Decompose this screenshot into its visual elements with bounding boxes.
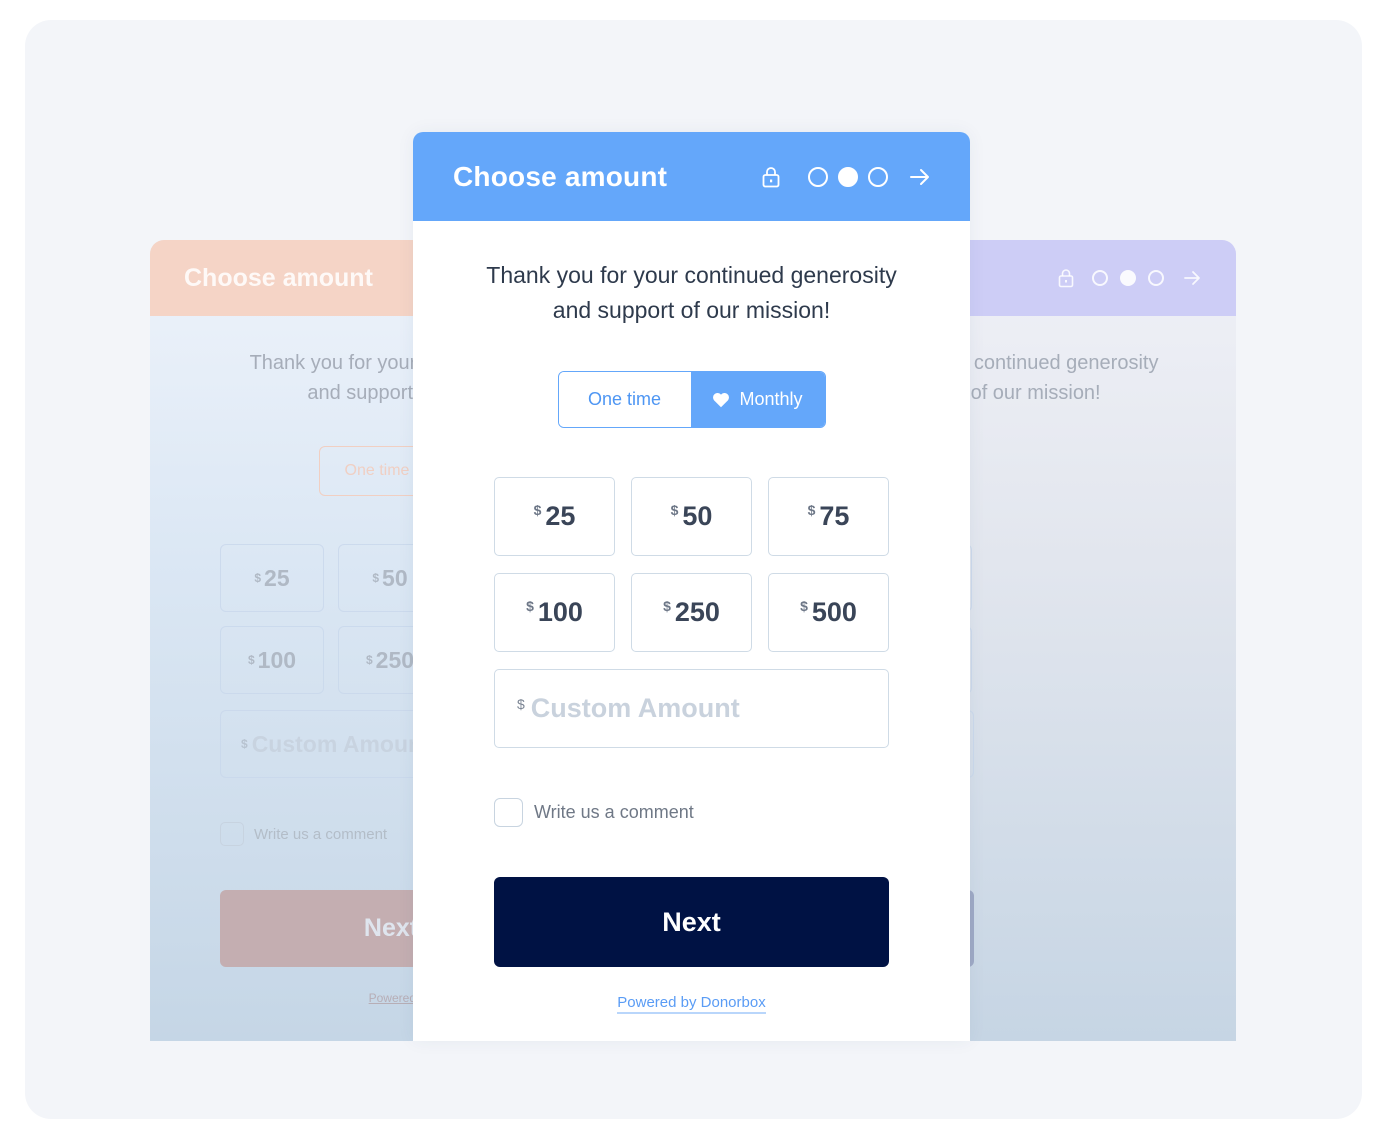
amount-option-250[interactable]: $250 <box>631 573 752 652</box>
lock-icon <box>1058 269 1074 288</box>
option-one-time[interactable]: One time <box>558 372 691 427</box>
background-amount-option: $100 <box>220 626 324 694</box>
step-dot <box>1092 270 1108 286</box>
background-amount-option: $25 <box>220 544 324 612</box>
step-indicator <box>762 165 932 189</box>
amount-option-500[interactable]: $500 <box>768 573 889 652</box>
comment-checkbox[interactable] <box>494 798 523 827</box>
step-dot-active <box>1120 270 1136 286</box>
frequency-toggle: One time Monthly <box>557 371 826 428</box>
step-dot-1[interactable] <box>808 166 828 187</box>
heart-icon <box>713 392 730 407</box>
amount-option-75[interactable]: $75 <box>768 477 889 556</box>
amount-option-25[interactable]: $25 <box>494 477 615 556</box>
amount-options: $25 $50 $75 $100 $250 $500 <box>494 477 970 652</box>
step-dot <box>1148 270 1164 286</box>
custom-amount-field[interactable]: $ <box>494 669 889 748</box>
comment-label[interactable]: Write us a comment <box>534 802 694 823</box>
thank-you-message: Thank you for your continued generosity … <box>486 262 897 323</box>
next-button[interactable]: Next <box>494 877 889 967</box>
lock-icon <box>762 166 780 187</box>
donation-form: Choose amount Thank you for your continu… <box>413 132 970 1041</box>
background-step-indicator <box>1058 268 1202 288</box>
step-dot-3[interactable] <box>868 166 888 187</box>
comment-row: Write us a comment <box>494 798 970 827</box>
showcase-background: Choose amount Thank you for your continu… <box>25 20 1362 1119</box>
amount-option-100[interactable]: $100 <box>494 573 615 652</box>
arrow-right-icon <box>1184 271 1200 285</box>
form-header: Choose amount <box>413 132 970 221</box>
background-comment-checkbox <box>220 822 244 846</box>
background-form-title: Choose amount <box>184 263 373 292</box>
step-dot-2-active[interactable] <box>838 166 858 187</box>
arrow-right-icon[interactable] <box>908 165 932 189</box>
form-title: Choose amount <box>453 160 668 192</box>
option-monthly[interactable]: Monthly <box>690 372 825 427</box>
powered-by-link[interactable]: Powered by Donorbox <box>413 994 970 1014</box>
amount-option-50[interactable]: $50 <box>631 477 752 556</box>
custom-amount-input[interactable] <box>530 693 851 724</box>
